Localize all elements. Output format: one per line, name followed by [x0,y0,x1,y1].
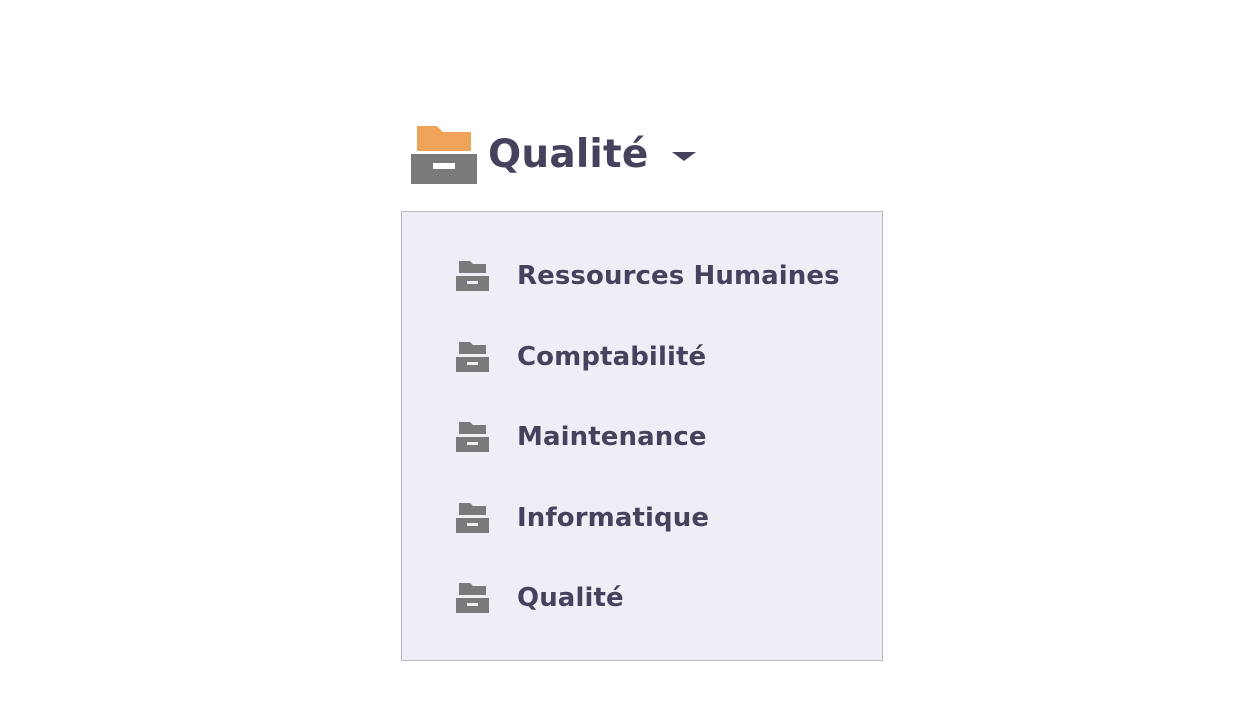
folder-archive-icon [411,126,477,184]
menu-item-ressources-humaines[interactable]: Ressources Humaines [402,236,882,317]
menu-item-maintenance[interactable]: Maintenance [402,397,882,478]
department-list: Ressources Humaines Comptabilité Mainten… [402,236,882,639]
caret-down-icon[interactable] [672,151,697,161]
department-dropdown-menu: Ressources Humaines Comptabilité Mainten… [401,211,883,661]
page: Qualité Ressources Humaines Comptabilité [0,0,1254,708]
archive-icon [456,341,489,372]
menu-item-label: Qualité [517,583,624,614]
archive-icon [456,502,489,533]
selected-department-label: Qualité [488,132,649,177]
menu-item-qualite[interactable]: Qualité [402,558,882,639]
menu-item-label: Informatique [517,502,710,533]
archive-icon [456,261,489,292]
menu-item-informatique[interactable]: Informatique [402,478,882,559]
menu-item-label: Ressources Humaines [517,261,840,292]
menu-item-label: Maintenance [517,422,707,453]
menu-item-comptabilite[interactable]: Comptabilité [402,317,882,398]
archive-icon [456,583,489,614]
archive-icon [456,422,489,453]
department-selector[interactable]: Qualité [411,126,697,184]
menu-item-label: Comptabilité [517,341,707,372]
